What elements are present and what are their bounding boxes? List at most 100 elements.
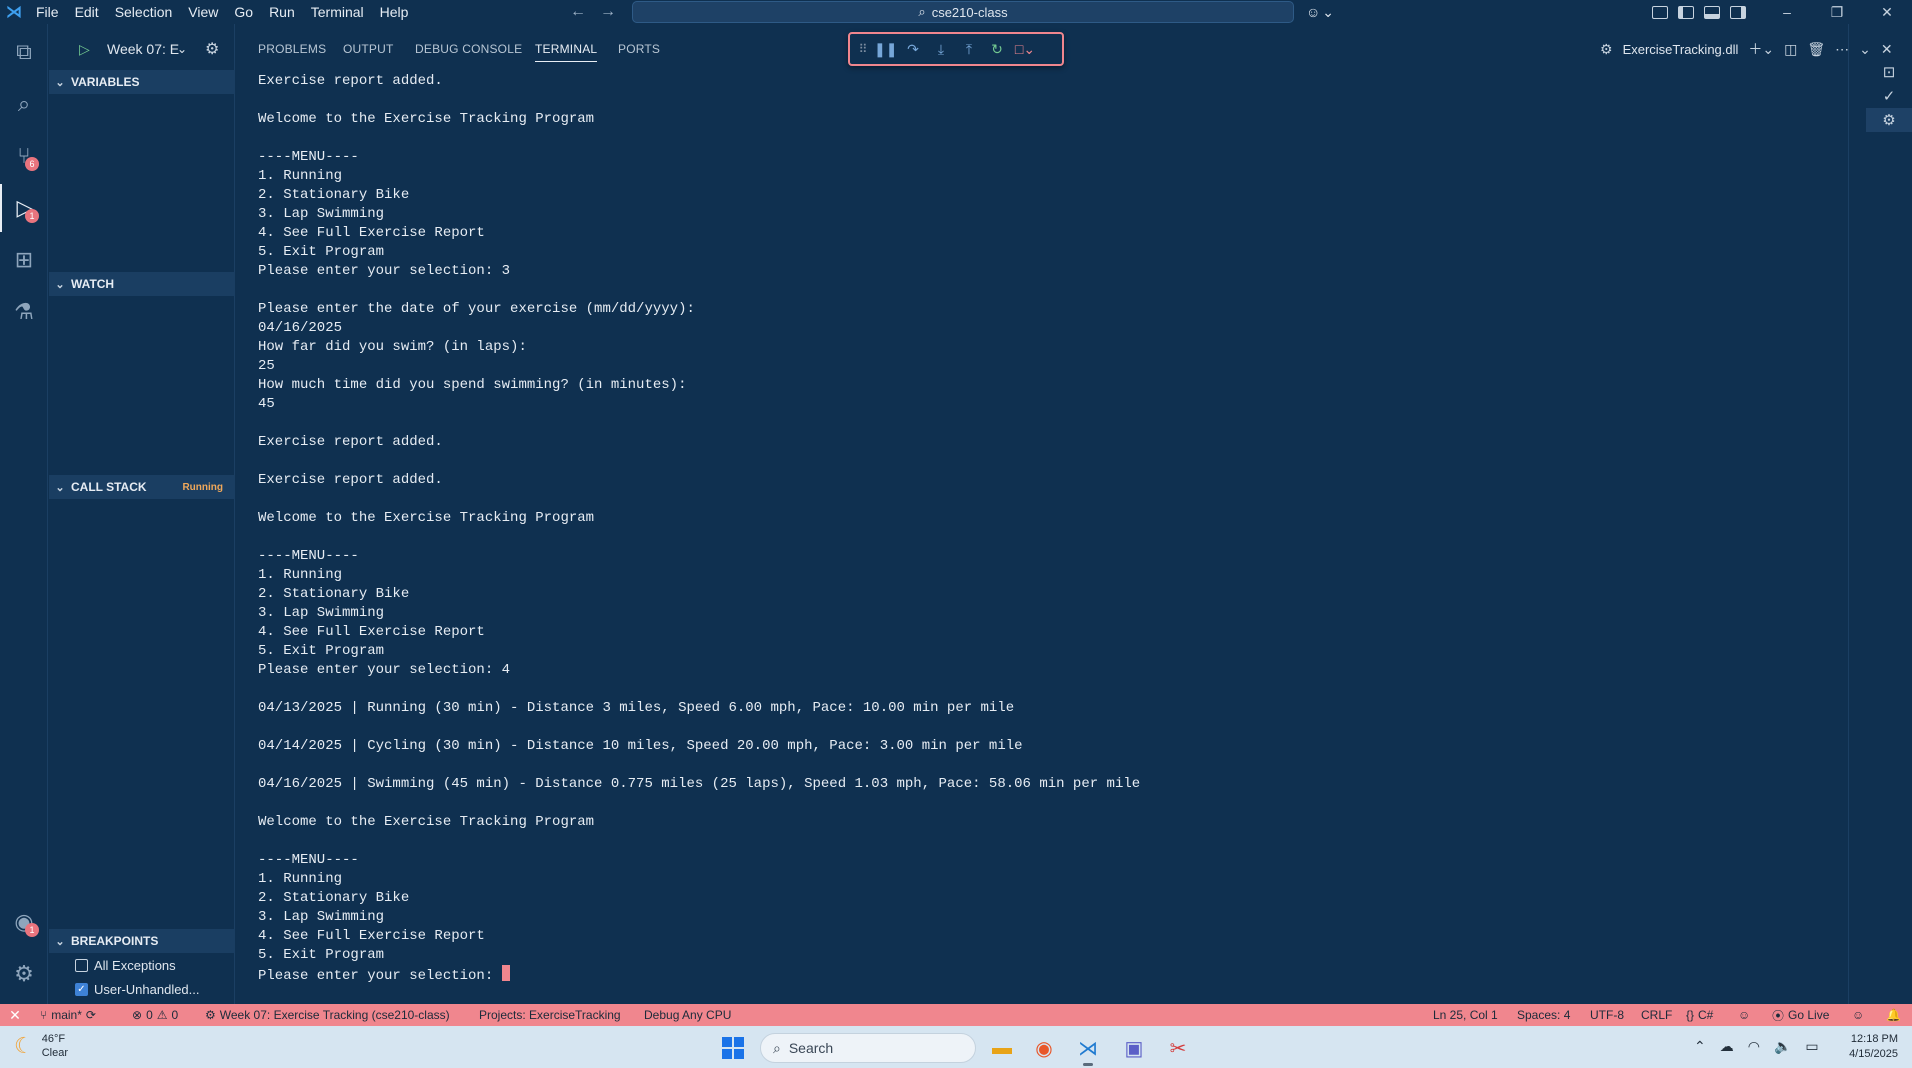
close-window-icon[interactable]: ✕ bbox=[1862, 4, 1912, 21]
projects-status[interactable]: Projects: ExerciseTracking bbox=[479, 1004, 621, 1026]
task-check-icon[interactable]: ✓ bbox=[1866, 84, 1912, 108]
step-into-icon[interactable]: ⤓ bbox=[930, 41, 952, 58]
toggle-secondary-sidebar-icon[interactable] bbox=[1730, 5, 1746, 19]
watch-section-header[interactable]: ⌄ WATCH bbox=[49, 272, 235, 296]
maximize-panel-chevron-icon[interactable]: ⌄ bbox=[1859, 41, 1871, 58]
menu-help[interactable]: Help bbox=[372, 0, 417, 24]
wifi-icon[interactable]: ◠ bbox=[1748, 1038, 1760, 1055]
clock-date: 4/15/2025 bbox=[1849, 1048, 1898, 1060]
notifications-bell-icon[interactable]: 🔔 bbox=[1886, 1004, 1901, 1026]
tab-debug-console[interactable]: DEBUG CONSOLE bbox=[415, 42, 522, 56]
search-icon[interactable]: ⌕ bbox=[0, 80, 48, 128]
stop-icon[interactable]: □⌄ bbox=[1014, 41, 1036, 58]
drag-handle-icon[interactable]: ⠿ bbox=[858, 42, 868, 56]
menu-run[interactable]: Run bbox=[261, 0, 303, 24]
cursor-position[interactable]: Ln 25, Col 1 bbox=[1433, 1004, 1498, 1026]
cloud-icon[interactable]: ☁ bbox=[1720, 1038, 1734, 1055]
start-debugging-icon[interactable]: ▷ bbox=[79, 41, 90, 58]
step-over-icon[interactable]: ↷ bbox=[902, 41, 924, 58]
copilot-button[interactable]: ☺ ⌄ bbox=[1306, 0, 1334, 24]
terminal-output[interactable]: Exercise report added. Welcome to the Ex… bbox=[258, 72, 1818, 1002]
manage-gear-icon[interactable]: ⚙ bbox=[0, 950, 48, 998]
go-live-button[interactable]: ⦿ Go Live bbox=[1772, 1004, 1829, 1026]
problems-status[interactable]: ⊗ 0 ⚠ 0 bbox=[132, 1004, 178, 1026]
eol-status[interactable]: CRLF bbox=[1641, 1004, 1672, 1026]
feedback-icon[interactable]: ☺ bbox=[1852, 1004, 1864, 1026]
breakpoint-checkbox[interactable]: ✓ bbox=[75, 982, 88, 996]
taskbar-search[interactable]: ⌕ Search bbox=[760, 1033, 976, 1063]
chevron-down-icon: ⌄ bbox=[1322, 3, 1335, 20]
call-stack-section-header[interactable]: ⌄ CALL STACK Running bbox=[49, 475, 235, 499]
new-terminal-plus-icon[interactable]: ＋⌄ bbox=[1748, 39, 1774, 59]
terminal-line: 04/16/2025 bbox=[258, 320, 343, 336]
language-status[interactable]: {} C# bbox=[1686, 1004, 1713, 1026]
run-debug-icon[interactable]: ▷ 1 bbox=[0, 184, 48, 232]
pause-icon[interactable]: ❚❚ bbox=[874, 41, 897, 58]
command-center[interactable]: ⌕ cse210-class bbox=[632, 1, 1294, 23]
kill-terminal-trash-icon[interactable]: 🗑 bbox=[1807, 41, 1825, 58]
snipping-tool-icon[interactable]: ✂ bbox=[1162, 1033, 1194, 1063]
windows-start-icon[interactable] bbox=[722, 1037, 744, 1059]
menu-selection[interactable]: Selection bbox=[107, 0, 181, 24]
debug-settings-gear-icon[interactable]: ⚙ bbox=[205, 39, 219, 59]
file-explorer-icon[interactable]: ▬ bbox=[986, 1033, 1018, 1063]
volume-icon[interactable]: 🔈 bbox=[1774, 1038, 1791, 1055]
terminal-line: 5. Exit Program bbox=[258, 244, 385, 260]
run-debug-badge: 1 bbox=[25, 209, 39, 223]
battery-icon[interactable]: ▭ bbox=[1805, 1038, 1818, 1055]
menu-terminal[interactable]: Terminal bbox=[303, 0, 372, 24]
step-out-icon[interactable]: ⤒ bbox=[958, 41, 980, 58]
split-terminal-icon[interactable]: ◫ bbox=[1784, 41, 1797, 58]
menu-file[interactable]: File bbox=[28, 0, 67, 24]
toggle-panel-icon[interactable] bbox=[1704, 5, 1720, 19]
testing-icon[interactable]: ⚗ bbox=[0, 288, 48, 336]
teams-icon[interactable]: ▣ bbox=[1118, 1033, 1150, 1063]
language-label: C# bbox=[1698, 1008, 1714, 1022]
breakpoint-item[interactable]: All Exceptions bbox=[75, 954, 176, 976]
weather-widget[interactable]: ☾ 46°F Clear bbox=[14, 1032, 68, 1060]
restart-icon[interactable]: ↻ bbox=[986, 41, 1008, 58]
firefox-icon[interactable]: ◉ bbox=[1028, 1033, 1060, 1063]
restore-icon[interactable]: ❐ bbox=[1812, 4, 1862, 21]
branch-name: main* bbox=[51, 1008, 82, 1022]
debug-config-select[interactable]: Week 07: E bbox=[107, 41, 179, 57]
breakpoint-checkbox[interactable] bbox=[75, 958, 88, 972]
forward-arrow-icon[interactable]: → bbox=[600, 3, 616, 21]
tab-terminal[interactable]: TERMINAL bbox=[535, 42, 598, 62]
variables-section-header[interactable]: ⌄ VARIABLES bbox=[49, 70, 235, 94]
branch-status[interactable]: ⑂ main* ⟳ bbox=[40, 1004, 96, 1026]
source-control-icon[interactable]: ⑂ 6 bbox=[0, 132, 48, 180]
encoding-status[interactable]: UTF-8 bbox=[1590, 1004, 1624, 1026]
tab-output[interactable]: OUTPUT bbox=[343, 42, 394, 56]
toggle-primary-sidebar-icon[interactable] bbox=[1678, 5, 1694, 19]
customize-layout-icon[interactable] bbox=[1652, 5, 1668, 19]
minimize-icon[interactable]: – bbox=[1762, 4, 1812, 20]
extensions-icon[interactable]: ⊞ bbox=[0, 236, 48, 284]
vscode-taskbar-icon[interactable]: ⋊ bbox=[1072, 1033, 1104, 1066]
close-panel-icon[interactable]: ✕ bbox=[1881, 41, 1893, 58]
back-arrow-icon[interactable]: ← bbox=[570, 3, 586, 21]
tab-problems[interactable]: PROBLEMS bbox=[258, 42, 326, 56]
explorer-icon[interactable]: ⧉ bbox=[0, 28, 48, 76]
terminal-line: 5. Exit Program bbox=[258, 643, 385, 659]
chevron-up-icon[interactable]: ⌃ bbox=[1694, 1038, 1706, 1055]
tab-ports[interactable]: PORTS bbox=[618, 42, 660, 56]
indentation-status[interactable]: Spaces: 4 bbox=[1517, 1004, 1570, 1026]
debug-terminal-icon[interactable]: ⚙ bbox=[1866, 108, 1912, 132]
system-clock[interactable]: 12:18 PM 4/15/2025 bbox=[1849, 1032, 1898, 1062]
menu-go[interactable]: Go bbox=[226, 0, 261, 24]
chevron-down-icon[interactable]: ⌄ bbox=[177, 42, 187, 56]
remote-indicator-icon[interactable]: ✕ bbox=[0, 1004, 30, 1026]
account-icon[interactable]: ◉ 1 bbox=[0, 898, 48, 946]
terminal-instance-icon[interactable]: ⊡ bbox=[1866, 60, 1912, 84]
vscode-logo-icon: ⋊ bbox=[6, 4, 22, 21]
terminal-name[interactable]: ExerciseTracking.dll bbox=[1623, 42, 1739, 57]
menu-view[interactable]: View bbox=[180, 0, 226, 24]
breakpoints-section-header[interactable]: ⌄ BREAKPOINTS bbox=[49, 929, 235, 953]
launch-config-status[interactable]: ⚙ Week 07: Exercise Tracking (cse210-cla… bbox=[205, 1004, 450, 1026]
breakpoint-item[interactable]: ✓ User-Unhandled... bbox=[75, 978, 200, 1000]
copilot-status-icon[interactable]: ☺ bbox=[1738, 1004, 1750, 1026]
menu-edit[interactable]: Edit bbox=[67, 0, 107, 24]
debug-target-status[interactable]: Debug Any CPU bbox=[644, 1004, 731, 1026]
